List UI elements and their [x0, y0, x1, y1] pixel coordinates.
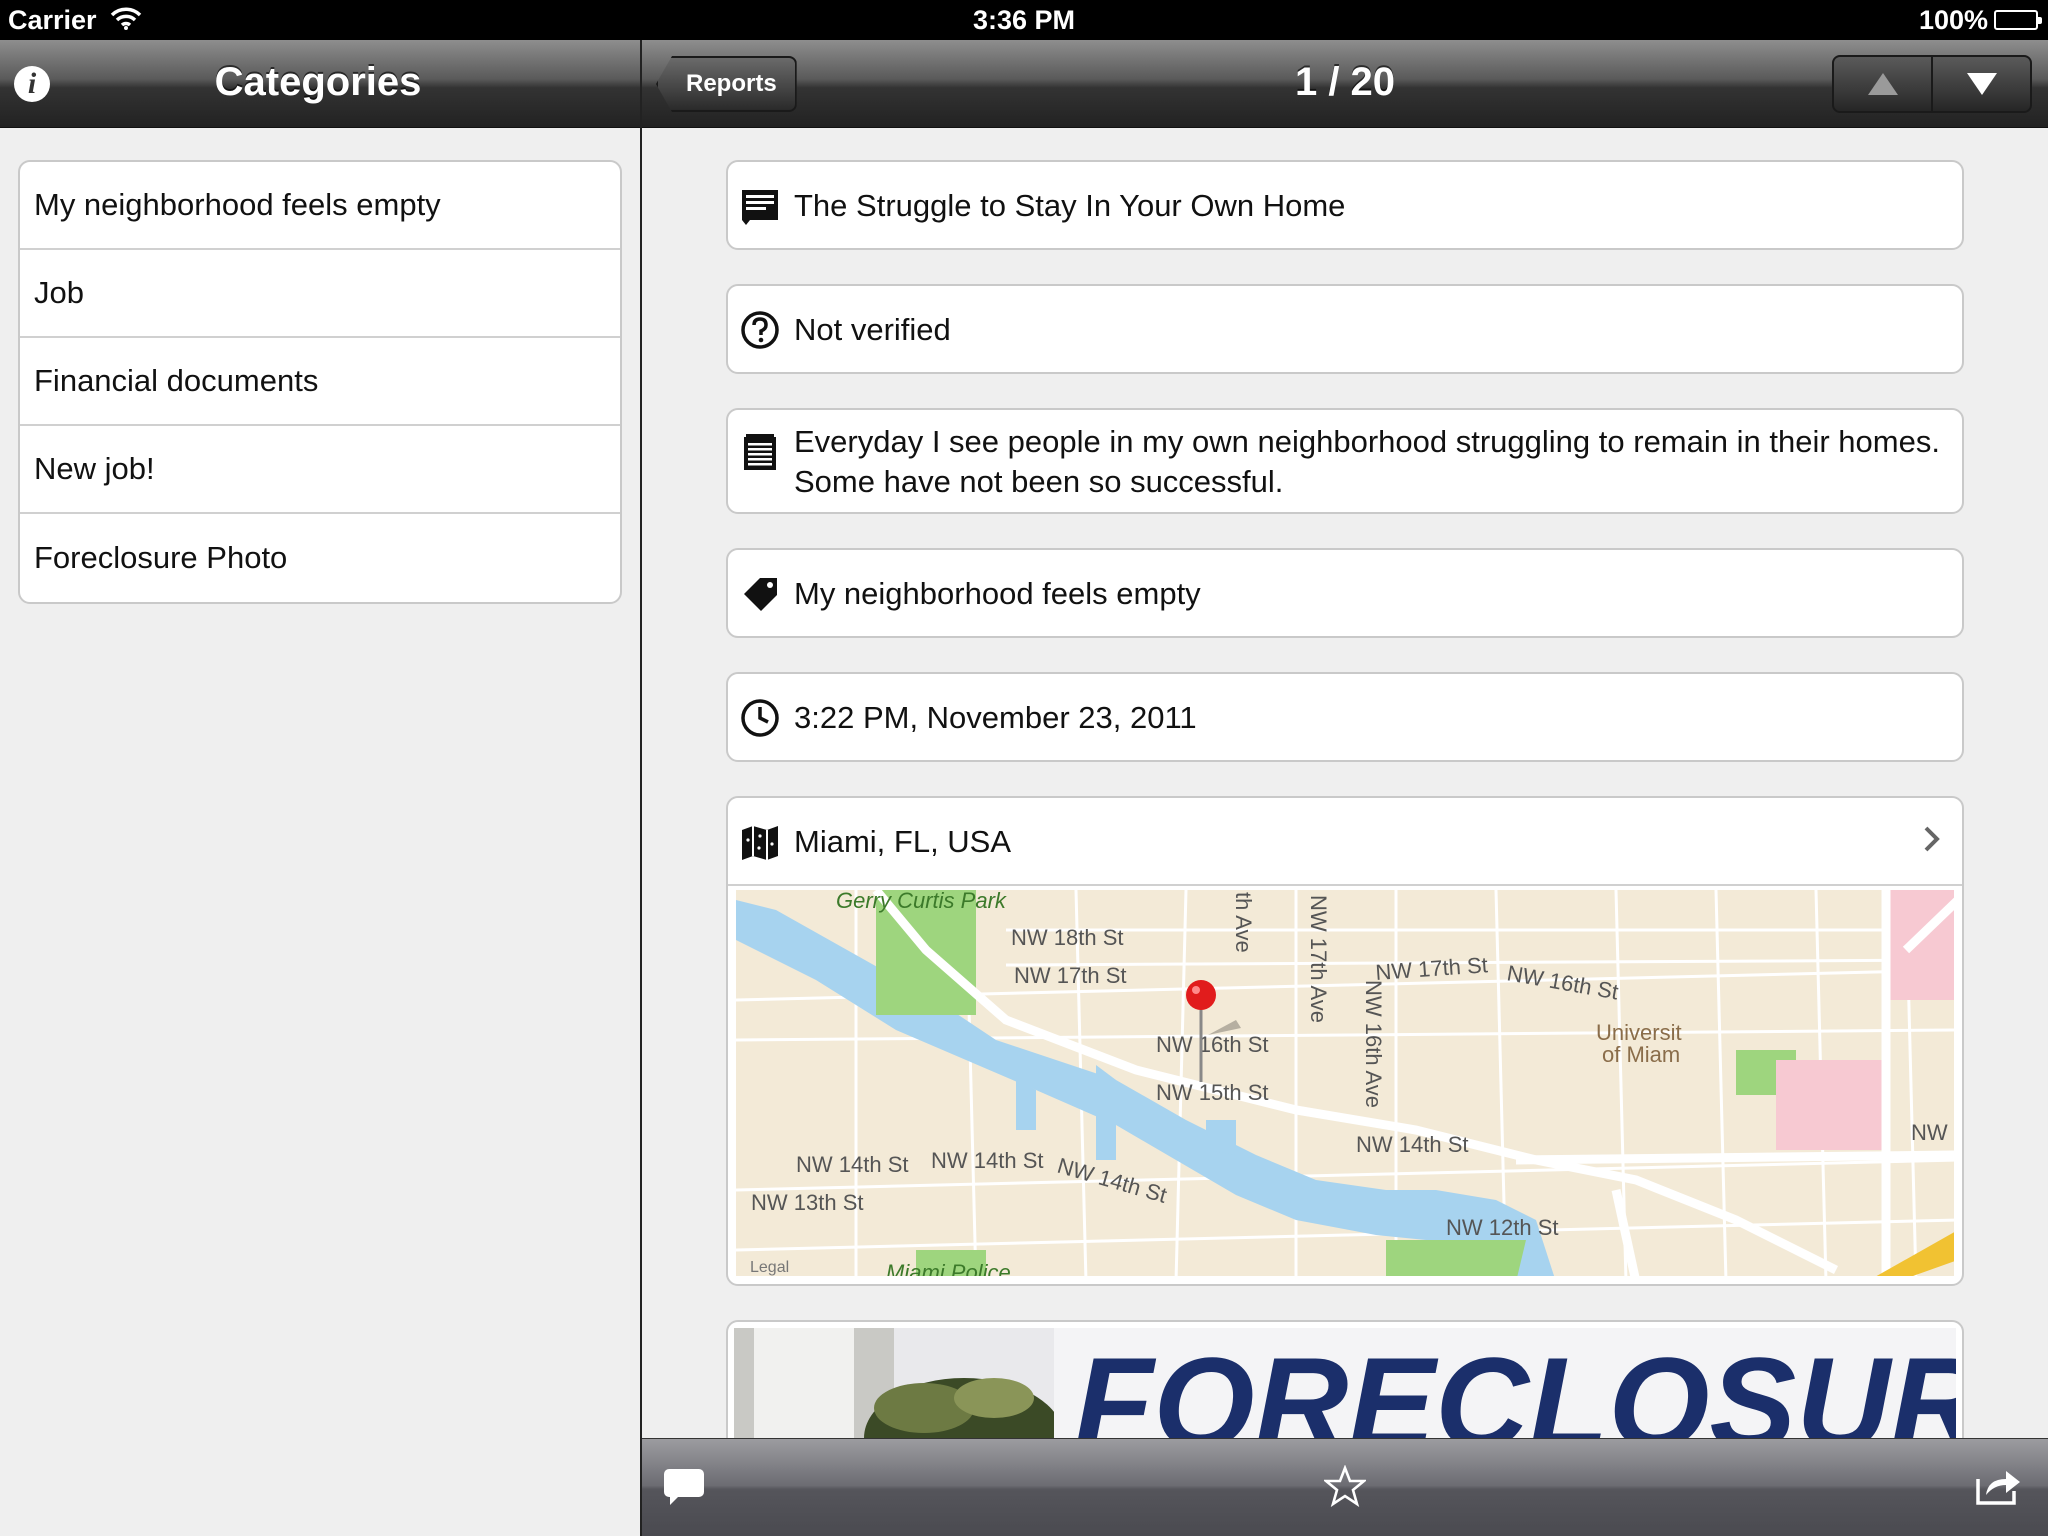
map-label: th Ave	[1231, 892, 1256, 953]
map-label: Miami Police	[886, 1260, 1011, 1276]
newspaper-icon	[742, 190, 778, 225]
location-map[interactable]: Gerry Curtis Park NW 18th St NW 17th St …	[736, 890, 1954, 1276]
location-card: Miami, FL, USA Gerry Curtis Park NW 18th…	[726, 796, 1964, 1286]
verification-card: Not verified	[726, 284, 1964, 374]
report-description: Everyday I see people in my own neighbor…	[794, 424, 1940, 499]
map-label: NW 14th St	[796, 1152, 908, 1177]
map-label: NW	[1911, 1120, 1948, 1145]
map-label: NW 13th St	[751, 1190, 863, 1215]
verification-status: Not verified	[794, 312, 951, 347]
map-label: NW 18th St	[1011, 925, 1123, 950]
map-label: NW 17th Ave	[1306, 895, 1331, 1023]
category-item[interactable]: New job!	[20, 426, 620, 514]
category-list: My neighborhood feels empty Job Financia…	[18, 160, 622, 604]
map-label: NW 14th St	[931, 1148, 1043, 1173]
description-card: Everyday I see people in my own neighbor…	[726, 408, 1964, 514]
battery-icon	[1994, 10, 2042, 30]
category-item[interactable]: My neighborhood feels empty	[20, 162, 620, 250]
report-location: Miami, FL, USA	[794, 824, 1012, 859]
chevron-right-icon	[1924, 826, 1940, 852]
report-pager	[1832, 55, 2032, 113]
map-icon	[742, 826, 778, 860]
report-detail-pane: Reports 1 / 20 The Struggle to Stay In Y…	[642, 40, 2048, 1536]
location-row[interactable]: Miami, FL, USA	[728, 798, 1962, 886]
status-time: 3:36 PM	[972, 5, 1076, 35]
map-label: NW 17th St	[1014, 963, 1126, 988]
clock-icon	[741, 699, 779, 737]
report-datetime: 3:22 PM, November 23, 2011	[794, 700, 1197, 735]
category-card: My neighborhood feels empty	[726, 548, 1964, 638]
notepad-icon	[744, 434, 776, 470]
map-label-park: Gerry Curtis Park	[836, 890, 1007, 913]
categories-navbar: i Categories	[0, 40, 640, 128]
categories-title: Categories	[214, 60, 422, 104]
category-item[interactable]: Foreclosure Photo	[20, 514, 620, 602]
comment-icon[interactable]	[662, 1467, 706, 1507]
category-item[interactable]: Financial documents	[20, 338, 620, 426]
report-title: The Struggle to Stay In Your Own Home	[794, 188, 1346, 223]
status-bar: Carrier 3:36 PM 100%	[0, 0, 2048, 40]
map-label: NW 16th Ave	[1361, 980, 1386, 1108]
report-title-card: The Struggle to Stay In Your Own Home	[726, 160, 1964, 250]
previous-report-button[interactable]	[1834, 57, 1931, 111]
map-label: of Miam	[1602, 1042, 1680, 1067]
battery-percent: 100%	[1918, 5, 1988, 35]
categories-pane: i Categories My neighborhood feels empty…	[0, 40, 640, 1536]
star-icon[interactable]	[1324, 1465, 1366, 1507]
bottom-toolbar	[642, 1438, 2048, 1536]
next-report-button[interactable]	[1931, 57, 2030, 111]
category-item[interactable]: Job	[20, 250, 620, 338]
question-circle-icon	[741, 311, 779, 349]
map-label: NW 12th St	[1446, 1215, 1558, 1240]
share-icon[interactable]	[1974, 1465, 2024, 1507]
datetime-card: 3:22 PM, November 23, 2011	[726, 672, 1964, 762]
tag-icon	[744, 578, 777, 611]
report-navbar: Reports 1 / 20	[642, 40, 2048, 128]
map-label: NW 14th St	[1356, 1132, 1468, 1157]
map-label: NW 15th St	[1156, 1080, 1268, 1105]
triangle-up-icon	[1867, 73, 1898, 95]
map-legal-link[interactable]: Legal	[750, 1259, 789, 1276]
triangle-down-icon	[1966, 73, 1997, 95]
report-category: My neighborhood feels empty	[794, 576, 1201, 611]
map-label: NW 16th St	[1156, 1032, 1268, 1057]
